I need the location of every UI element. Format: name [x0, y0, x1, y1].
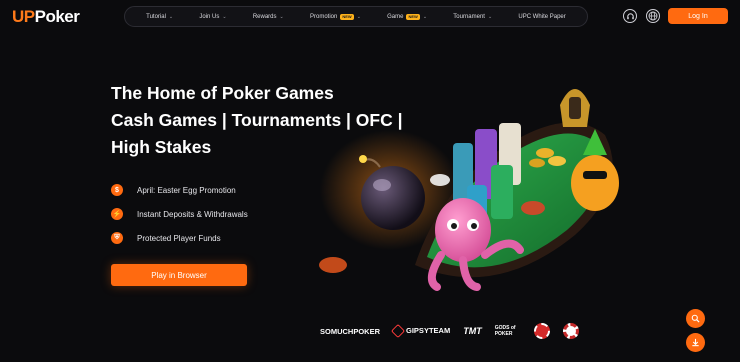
headset-icon[interactable]: [623, 9, 637, 23]
hero-illustration: [319, 89, 619, 291]
somuchpoker-logo: SOMUCHPOKER: [320, 326, 381, 336]
lightning-icon: ⚡: [111, 208, 123, 220]
nav-item-label: Game: [387, 13, 404, 20]
chevron-down-icon: ⌄: [487, 13, 493, 20]
nav-item-promotion[interactable]: Promotion NEW ⌄: [309, 13, 361, 20]
chevron-down-icon: ⌄: [168, 13, 174, 20]
logo-poker-text: Poker: [34, 7, 80, 26]
nav-item-rewards[interactable]: Rewards ⌄: [253, 14, 284, 20]
gipsyteam-text: GIPSYTEAM: [406, 325, 451, 335]
gipsyteam-icon: [390, 323, 406, 339]
globe-icon[interactable]: [646, 9, 660, 23]
logo[interactable]: UPPoker: [12, 7, 80, 27]
gipsyteam-logo: GIPSYTEAM: [390, 323, 451, 339]
feature-item-promotion: $ April: Easter Egg Promotion: [111, 178, 248, 202]
nav-item-label: Tutorial: [146, 13, 166, 20]
dollar-icon: $: [111, 184, 123, 196]
play-in-browser-button[interactable]: Play in Browser: [111, 264, 247, 286]
logo-up-text: UP: [12, 7, 35, 26]
shield-icon: ⛨: [111, 232, 123, 244]
top-bar: UPPoker Tutorial ⌄ Join Us ⌄ Rewards ⌄ P…: [0, 0, 740, 33]
download-icon[interactable]: [686, 333, 705, 352]
partner-logos: SOMUCHPOKER GIPSYTEAM TMT GODS of POKER: [320, 323, 579, 339]
feature-item-protected-funds: ⛨ Protected Player Funds: [111, 226, 248, 250]
nav-item-label: Promotion: [309, 13, 338, 20]
gods-of-poker-logo: GODS of POKER: [494, 325, 516, 337]
feature-text: April: Easter Egg Promotion: [137, 185, 236, 195]
chevron-down-icon: ⌄: [279, 13, 284, 20]
nav-item-label: Join Us: [199, 13, 220, 20]
pharaoh-figure: [560, 89, 590, 127]
chevron-down-icon: ⌄: [422, 13, 428, 20]
chevron-down-icon: ⌄: [222, 13, 227, 20]
nav-item-tournament[interactable]: Tournament ⌄: [453, 14, 492, 20]
nav-item-tutorial[interactable]: Tutorial ⌄: [146, 14, 173, 20]
nav-item-game[interactable]: Game NEW ⌄: [387, 13, 428, 20]
login-button[interactable]: Log In: [668, 8, 728, 24]
nav-item-label: Rewards: [252, 13, 277, 20]
poker-chip-logo-white: [562, 323, 579, 339]
feature-item-deposits: ⚡ Instant Deposits & Withdrawals: [111, 202, 248, 226]
feature-text: Instant Deposits & Withdrawals: [137, 209, 248, 219]
tmt-logo: TMT: [463, 326, 482, 336]
nav-item-label: Tournament: [453, 13, 485, 20]
feature-text: Protected Player Funds: [137, 233, 221, 243]
new-badge: NEW: [406, 13, 420, 20]
new-badge: NEW: [340, 13, 354, 20]
chevron-down-icon: ⌄: [356, 13, 361, 20]
feature-list: $ April: Easter Egg Promotion ⚡ Instant …: [111, 178, 248, 250]
nav-item-label: UPC White Paper: [518, 13, 566, 20]
main-nav: Tutorial ⌄ Join Us ⌄ Rewards ⌄ Promotion…: [124, 6, 588, 27]
search-icon[interactable]: [686, 309, 705, 328]
poker-chip-logo-red: [533, 323, 550, 339]
nav-item-join-us[interactable]: Join Us ⌄: [199, 14, 226, 20]
nav-item-white-paper[interactable]: UPC White Paper: [518, 14, 565, 20]
